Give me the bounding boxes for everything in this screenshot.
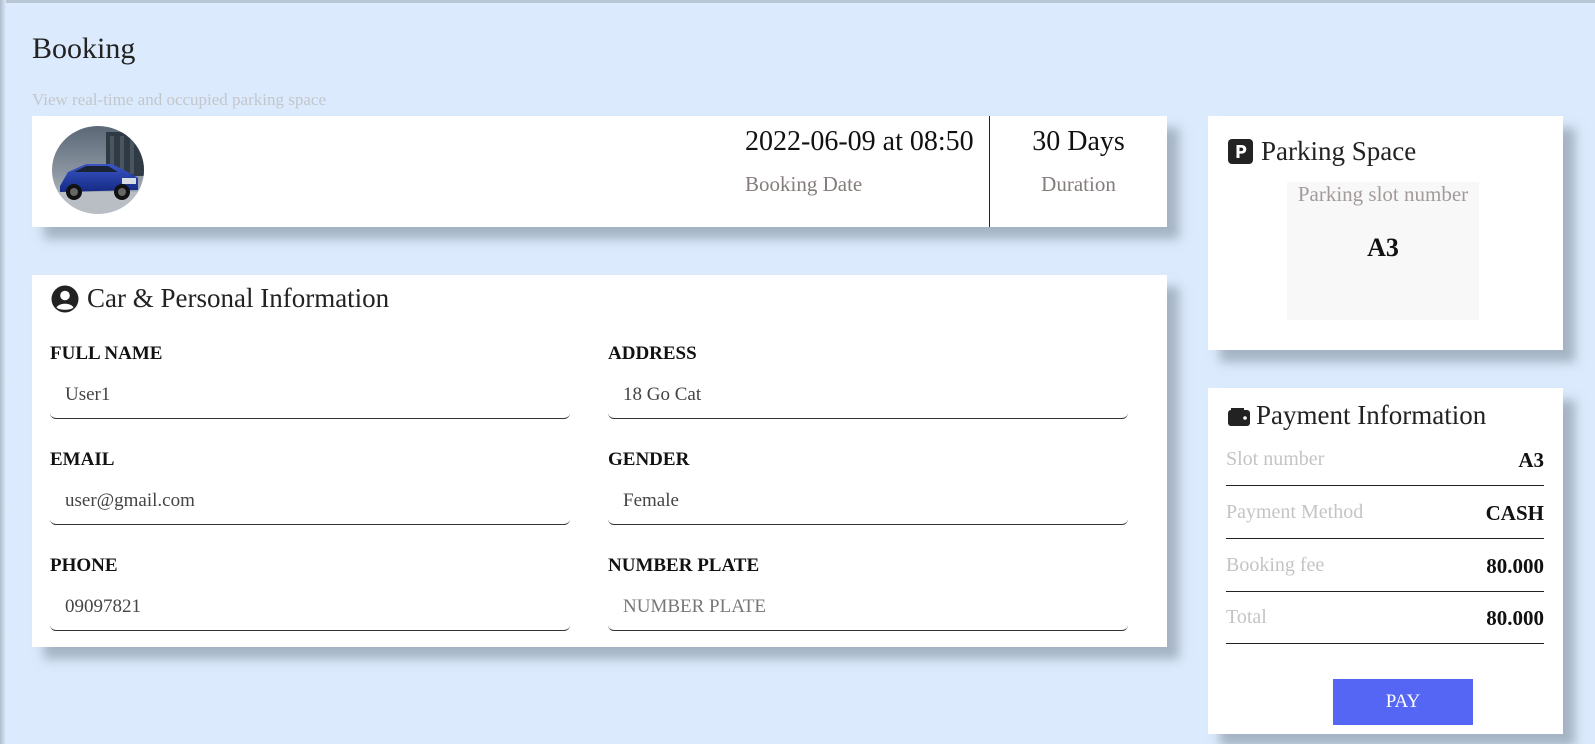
payment-row-payment-method: Payment Method CASH bbox=[1226, 487, 1544, 539]
top-border bbox=[0, 0, 1595, 3]
personal-info-title: Car & Personal Information bbox=[87, 283, 390, 313]
gender-input[interactable] bbox=[608, 477, 1128, 525]
number-plate-label: NUMBER PLATE bbox=[608, 555, 760, 576]
full-name-input[interactable] bbox=[50, 371, 570, 419]
car-avatar bbox=[52, 126, 144, 214]
payment-row-slot-number: Slot number A3 bbox=[1226, 434, 1544, 486]
parking-space-heading: Parking Space bbox=[1228, 136, 1416, 167]
payment-row-label: Payment Method bbox=[1226, 501, 1364, 523]
booking-date-label: Booking Date bbox=[745, 172, 863, 196]
parking-slot-label: Parking slot number bbox=[1297, 182, 1469, 206]
number-plate-input[interactable] bbox=[608, 583, 1128, 631]
parking-slot-box: Parking slot number A3 bbox=[1287, 182, 1479, 320]
parking-space-title: Parking Space bbox=[1261, 136, 1417, 166]
pay-button[interactable]: PAY bbox=[1333, 679, 1473, 725]
booking-summary-card: 2022-06-09 at 08:50 Booking Date 30 Days… bbox=[32, 116, 1167, 227]
payment-row-value: CASH bbox=[1485, 501, 1544, 525]
payment-info-heading: Payment Information bbox=[1228, 400, 1486, 431]
wallet-icon bbox=[1228, 406, 1250, 426]
address-label: ADDRESS bbox=[608, 343, 697, 364]
personal-info-heading: Car & Personal Information bbox=[51, 283, 389, 314]
page-subtitle: View real-time and occupied parking spac… bbox=[32, 90, 326, 109]
address-input[interactable] bbox=[608, 371, 1128, 419]
duration-value: 30 Days bbox=[1032, 126, 1125, 157]
payment-row-label: Slot number bbox=[1226, 448, 1325, 470]
left-border bbox=[0, 0, 6, 744]
payment-info-card: Payment Information Slot number A3 Payme… bbox=[1208, 388, 1563, 734]
personal-info-card: Car & Personal Information FULL NAME ADD… bbox=[32, 275, 1167, 647]
page-title: Booking bbox=[32, 32, 136, 65]
duration-label: Duration bbox=[1041, 172, 1116, 196]
parking-space-card: Parking Space Parking slot number A3 bbox=[1208, 116, 1563, 350]
booking-date-value: 2022-06-09 at 08:50 bbox=[745, 126, 974, 157]
email-label: EMAIL bbox=[50, 449, 115, 470]
car-image bbox=[52, 126, 144, 214]
email-input[interactable] bbox=[50, 477, 570, 525]
parking-icon bbox=[1228, 139, 1253, 164]
user-circle-icon bbox=[51, 285, 79, 313]
duration-block: 30 Days Duration bbox=[990, 126, 1167, 197]
parking-slot-value: A3 bbox=[1367, 233, 1399, 262]
payment-row-total: Total 80.000 bbox=[1226, 592, 1544, 644]
payment-row-value: A3 bbox=[1518, 448, 1544, 472]
payment-row-booking-fee: Booking fee 80.000 bbox=[1226, 540, 1544, 592]
gender-label: GENDER bbox=[608, 449, 690, 470]
payment-row-label: Total bbox=[1226, 606, 1267, 628]
full-name-label: FULL NAME bbox=[50, 343, 163, 364]
payment-row-value: 80.000 bbox=[1486, 554, 1544, 578]
booking-date-block: 2022-06-09 at 08:50 Booking Date bbox=[745, 126, 974, 197]
phone-input[interactable] bbox=[50, 583, 570, 631]
phone-label: PHONE bbox=[50, 555, 118, 576]
payment-info-title: Payment Information bbox=[1256, 400, 1487, 430]
payment-row-label: Booking fee bbox=[1226, 554, 1325, 576]
payment-row-value: 80.000 bbox=[1486, 606, 1544, 630]
